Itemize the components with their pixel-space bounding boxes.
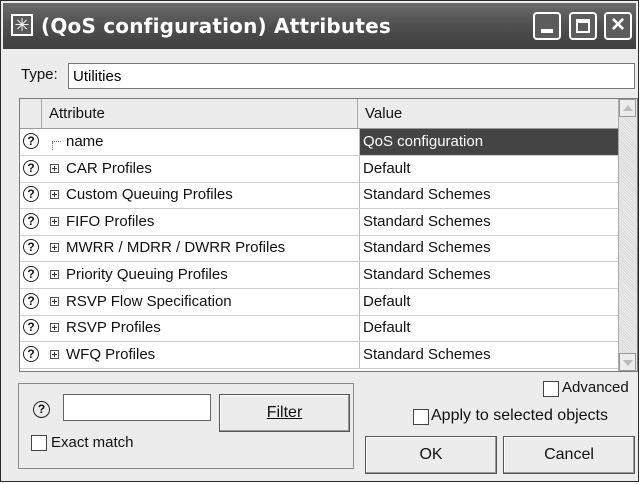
attribute-name: RSVP Profiles: [66, 319, 161, 337]
table-row[interactable]: ? FIFO Profiles Standard Schemes: [20, 208, 620, 236]
attributes-table: Attribute Value ? name QoS configuration? C…: [19, 98, 638, 372]
help-icon[interactable]: ?: [23, 345, 39, 362]
help-icon[interactable]: ?: [23, 212, 39, 229]
expand-icon[interactable]: [50, 243, 59, 253]
attribute-name: Priority Queuing Profiles: [66, 266, 228, 283]
attribute-name: RSVP Flow Specification: [66, 292, 232, 310]
table-header: Attribute Value: [20, 99, 620, 129]
expand-icon[interactable]: [50, 296, 59, 306]
expand-icon[interactable]: [50, 163, 59, 173]
table-row[interactable]: ? Priority Queuing Profiles Standard Schem…: [20, 262, 620, 289]
apply-to-selected-checkbox[interactable]: [413, 409, 429, 425]
attribute-value[interactable]: Standard Schemes: [359, 182, 619, 209]
filter-button[interactable]: Filter: [219, 394, 350, 432]
attribute-value[interactable]: Default: [359, 155, 619, 182]
attribute-name: CAR Profiles: [66, 159, 152, 177]
filter-button-label: Filter: [266, 404, 303, 421]
tree-branch-icon: [52, 141, 61, 150]
exact-match-label: Exact match: [51, 434, 134, 451]
expand-icon[interactable]: [50, 323, 59, 333]
attribute-name: WFQ Profiles: [66, 345, 156, 363]
header-value[interactable]: Value: [359, 99, 619, 128]
expand-icon[interactable]: [50, 216, 59, 226]
scroll-up-icon[interactable]: [619, 99, 636, 117]
attribute-value[interactable]: QoS configuration: [359, 129, 619, 155]
table-row[interactable]: ? MWRR / MDRR / DWRR Profiles Standard Sch…: [20, 235, 620, 263]
ok-button[interactable]: OK: [365, 436, 497, 474]
table-row[interactable]: ? RSVP Flow Specification Default: [20, 288, 620, 316]
filter-group: ? Filter Exact match: [18, 383, 354, 469]
table-row[interactable]: ? name QoS configuration: [20, 129, 620, 156]
help-icon[interactable]: ?: [33, 401, 50, 418]
cancel-button[interactable]: Cancel: [503, 436, 635, 474]
attributes-dialog: ✳ (QoS configuration) Attributes × Type:…: [0, 0, 639, 482]
minimize-icon[interactable]: [533, 12, 561, 40]
attribute-name: FIFO Profiles: [66, 212, 155, 230]
attribute-value[interactable]: Default: [359, 288, 619, 315]
advanced-label: Advanced: [562, 379, 629, 396]
expand-icon[interactable]: [50, 349, 59, 359]
attribute-value[interactable]: Standard Schemes: [359, 262, 619, 288]
expand-icon[interactable]: [50, 270, 59, 279]
close-icon[interactable]: ×: [604, 12, 632, 40]
advanced-checkbox[interactable]: [543, 381, 559, 397]
apply-to-selected-label: Apply to selected objects: [431, 407, 608, 424]
header-icon-column: [20, 99, 42, 128]
help-icon[interactable]: ?: [23, 319, 39, 336]
attribute-name: MWRR / MDRR / DWRR Profiles: [66, 239, 286, 257]
attribute-name: Custom Queuing Profiles: [66, 186, 233, 204]
table-row[interactable]: ? WFQ Profiles Standard Schemes: [20, 341, 620, 369]
help-icon[interactable]: ?: [23, 133, 39, 149]
table-row[interactable]: ? Custom Queuing Profiles Standard Schemes: [20, 182, 620, 210]
window-title: (QoS configuration) Attributes: [41, 14, 391, 38]
help-icon[interactable]: ?: [23, 292, 39, 309]
asterisk-icon: ✳: [11, 14, 33, 36]
header-attribute[interactable]: Attribute: [43, 99, 358, 128]
vertical-scrollbar[interactable]: [618, 99, 637, 371]
type-field[interactable]: [68, 63, 635, 89]
table-row[interactable]: ? CAR Profiles Default: [20, 155, 620, 183]
filter-input[interactable]: [63, 394, 211, 421]
title-bar[interactable]: ✳ (QoS configuration) Attributes ×: [3, 3, 636, 49]
attribute-value[interactable]: Standard Schemes: [359, 208, 619, 235]
expand-icon[interactable]: [50, 190, 59, 200]
attribute-value[interactable]: Default: [359, 315, 619, 342]
exact-match-checkbox[interactable]: [31, 435, 47, 451]
help-icon[interactable]: ?: [23, 186, 39, 203]
type-label: Type:: [21, 66, 58, 83]
help-icon[interactable]: ?: [23, 159, 39, 176]
table-row[interactable]: ? RSVP Profiles Default: [20, 315, 620, 343]
scroll-down-icon[interactable]: [619, 353, 636, 371]
help-icon[interactable]: ?: [23, 239, 39, 256]
maximize-icon[interactable]: [569, 12, 597, 40]
attribute-value[interactable]: Standard Schemes: [359, 341, 619, 368]
help-icon[interactable]: ?: [23, 266, 39, 282]
attribute-name: name: [66, 133, 104, 150]
attribute-value[interactable]: Standard Schemes: [359, 235, 619, 262]
